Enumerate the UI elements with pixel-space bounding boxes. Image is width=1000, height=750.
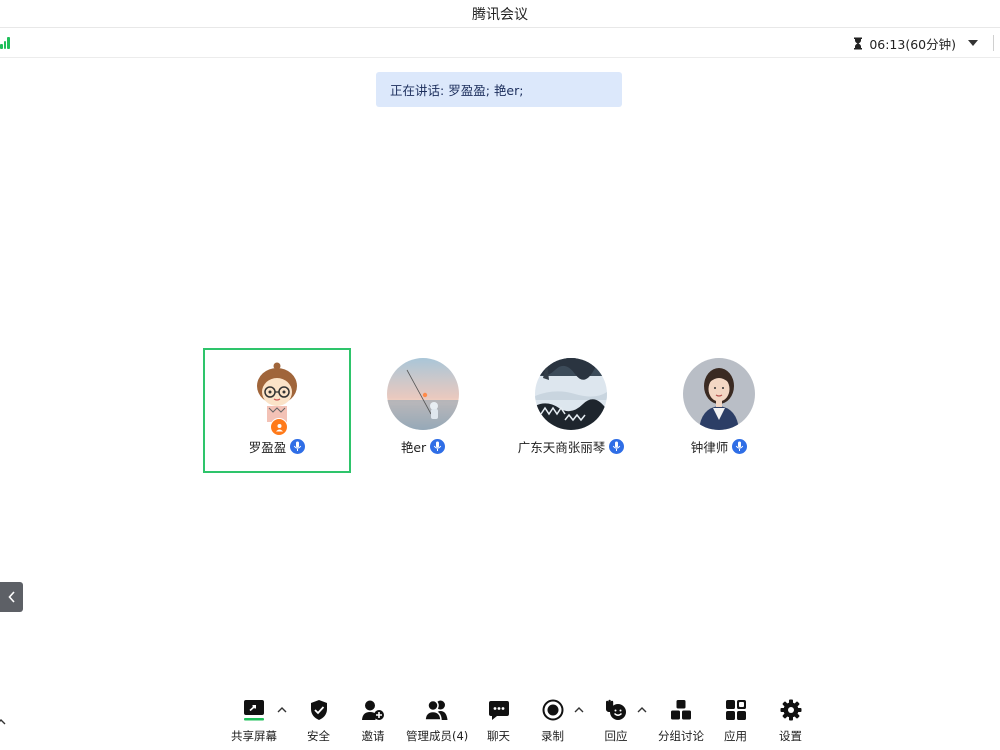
chevron-up-icon[interactable] — [0, 716, 7, 728]
hourglass-icon — [854, 37, 863, 49]
participant-name: 罗盈盈 — [248, 440, 287, 455]
chevron-up-icon[interactable] — [276, 704, 288, 716]
chat-bubble-icon — [488, 701, 509, 720]
raise-hand-smile-icon — [606, 699, 626, 720]
share-screen-button[interactable]: 共享屏幕 — [231, 698, 277, 744]
record-label: 录制 — [541, 729, 564, 743]
bottom-toolbar: 共享屏幕 安全 邀请 管理成员(4) 聊天 录制 回应 分组讨论 应用 设置 — [0, 690, 1000, 750]
participant-tile[interactable]: 广东天商张丽琴 — [497, 348, 645, 473]
apps-button[interactable]: 应用 — [724, 698, 747, 744]
microphone-icon — [430, 439, 446, 454]
chevron-up-icon[interactable] — [573, 704, 585, 716]
participant-name: 艳er — [400, 440, 427, 455]
network-signal-icon[interactable] — [0, 37, 11, 49]
share-screen-label: 共享屏幕 — [231, 729, 277, 743]
microphone-icon — [290, 439, 306, 454]
gear-icon — [780, 699, 801, 721]
avatar — [535, 358, 607, 430]
participant-name: 广东天商张丽琴 — [517, 440, 606, 455]
react-label: 回应 — [604, 729, 628, 743]
microphone-icon — [732, 439, 748, 454]
participant-name-row: 广东天商张丽琴 — [497, 437, 645, 456]
shield-icon — [310, 700, 327, 720]
host-badge-icon — [270, 418, 288, 436]
timer-text: 06:13(60分钟) — [869, 36, 956, 52]
avatar — [387, 358, 459, 430]
speaking-prefix: 正在讲话: — [390, 83, 445, 98]
participant-tile[interactable]: 钟律师 — [645, 348, 793, 473]
settings-button[interactable]: 设置 — [779, 698, 802, 744]
meeting-timer[interactable]: 06:13(60分钟) — [853, 28, 978, 58]
participant-name-row: 罗盈盈 — [205, 437, 349, 456]
invite-button[interactable]: 邀请 — [361, 698, 385, 744]
react-button[interactable]: 回应 — [604, 698, 628, 744]
settings-label: 设置 — [779, 729, 802, 743]
breakout-rooms-button[interactable]: 分组讨论 — [658, 698, 704, 744]
participant-name: 钟律师 — [690, 440, 729, 455]
window-title: 腾讯会议 — [472, 6, 528, 23]
share-screen-icon — [244, 700, 264, 721]
chevron-up-icon[interactable] — [636, 704, 648, 716]
collapse-panel-button[interactable] — [0, 582, 23, 612]
members-icon — [424, 699, 448, 721]
participant-name-row: 钟律师 — [645, 437, 793, 456]
participant-tile[interactable]: 艳er — [349, 348, 497, 473]
breakout-icon — [671, 700, 691, 720]
participant-name-row: 艳er — [349, 437, 497, 456]
avatar — [683, 358, 755, 430]
speaking-names: 罗盈盈; 艳er; — [448, 83, 524, 98]
chat-label: 聊天 — [487, 729, 510, 743]
apps-grid-icon — [725, 700, 746, 720]
breakout-label: 分组讨论 — [658, 729, 704, 743]
info-bar: 06:13(60分钟) — [0, 28, 1000, 58]
manage-members-button[interactable]: 管理成员(4) — [406, 698, 468, 744]
record-icon — [542, 699, 563, 721]
security-label: 安全 — [307, 729, 330, 743]
chat-button[interactable]: 聊天 — [487, 698, 510, 744]
manage-members-label: 管理成员(4) — [406, 729, 469, 743]
speaking-indicator: 正在讲话: 罗盈盈; 艳er; — [376, 72, 622, 107]
chevron-left-icon — [7, 591, 15, 603]
meeting-window: 腾讯会议 06:13(60分钟) 正在讲话: 罗盈盈; 艳er; 罗盈盈 艳er… — [0, 0, 1000, 750]
add-user-icon — [362, 700, 384, 720]
microphone-icon — [609, 439, 625, 454]
participant-tile[interactable]: 罗盈盈 — [203, 348, 351, 473]
invite-label: 邀请 — [361, 729, 385, 743]
divider — [993, 35, 994, 51]
record-button[interactable]: 录制 — [541, 698, 564, 744]
caret-down-icon[interactable] — [968, 40, 978, 46]
title-bar: 腾讯会议 — [0, 0, 1000, 28]
apps-label: 应用 — [724, 729, 747, 743]
security-button[interactable]: 安全 — [307, 698, 330, 744]
